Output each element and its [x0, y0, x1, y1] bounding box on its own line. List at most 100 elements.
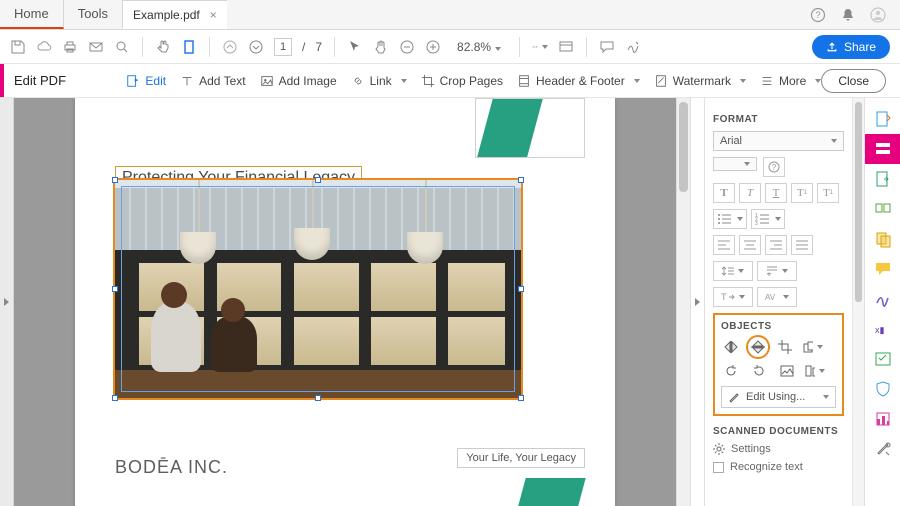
- flip-horizontal-icon[interactable]: [746, 335, 770, 359]
- rail-organize-icon[interactable]: [865, 194, 900, 224]
- rail-more-tools-icon[interactable]: [865, 434, 900, 464]
- align-justify-button[interactable]: [791, 235, 813, 255]
- save-icon[interactable]: [10, 39, 26, 55]
- page-total: 7: [315, 40, 322, 54]
- company-name[interactable]: BODĒA INC.: [115, 457, 228, 478]
- touch-icon[interactable]: [155, 39, 171, 55]
- canvas-scrollbar[interactable]: [676, 98, 690, 506]
- rail-prepare-form-icon[interactable]: [865, 344, 900, 374]
- rail-combine-icon[interactable]: [865, 224, 900, 254]
- chevron-right-icon: [695, 298, 700, 306]
- fit-width-icon[interactable]: [532, 39, 548, 55]
- search-icon[interactable]: [114, 39, 130, 55]
- edit-tool[interactable]: Edit: [126, 74, 166, 88]
- right-panel-toggle[interactable]: [690, 98, 704, 506]
- zoom-in-icon[interactable]: [425, 39, 441, 55]
- arrange-icon[interactable]: [803, 338, 823, 356]
- chevron-right-icon: [4, 298, 9, 306]
- read-mode-icon[interactable]: [558, 39, 574, 55]
- italic-button[interactable]: T: [739, 183, 761, 203]
- superscript-button[interactable]: T1: [791, 183, 813, 203]
- main-toolbar: 1 / 7 82.8% Share: [0, 30, 900, 64]
- sign-icon[interactable]: [625, 39, 641, 55]
- settings-row[interactable]: Settings: [713, 443, 844, 455]
- rail-redact-icon[interactable]: x▮: [865, 314, 900, 344]
- print-icon[interactable]: [62, 39, 78, 55]
- bullet-list-button[interactable]: [713, 209, 747, 229]
- watermark-tool[interactable]: Watermark: [654, 74, 746, 88]
- panel-scrollbar[interactable]: [852, 98, 864, 506]
- share-button[interactable]: Share: [812, 35, 890, 59]
- char-spacing-dropdown[interactable]: AV: [757, 287, 797, 307]
- number-list-button[interactable]: 123: [751, 209, 785, 229]
- zoom-dropdown[interactable]: 82.8%: [451, 38, 507, 56]
- rail-comment-icon[interactable]: [865, 254, 900, 284]
- header-footer-tool[interactable]: Header & Footer: [517, 74, 640, 88]
- pdf-page: Protecting Your Financial Legacy: [75, 98, 615, 506]
- rotate-ccw-icon[interactable]: [721, 362, 741, 380]
- cloud-icon[interactable]: [36, 39, 52, 55]
- svg-text:AV: AV: [765, 293, 776, 302]
- workspace: Protecting Your Financial Legacy: [0, 98, 900, 506]
- rail-protect-icon[interactable]: [865, 374, 900, 404]
- svg-text:?: ?: [815, 10, 820, 20]
- bold-button[interactable]: T: [713, 183, 735, 203]
- align-center-button[interactable]: [739, 235, 761, 255]
- close-button[interactable]: Close: [821, 69, 886, 93]
- decorative-shape-top: [475, 98, 585, 158]
- page-current-input[interactable]: 1: [274, 38, 292, 56]
- selection-icon[interactable]: [347, 39, 363, 55]
- line-spacing-dropdown[interactable]: [713, 261, 753, 281]
- tab-document[interactable]: Example.pdf ×: [123, 0, 227, 29]
- document-canvas[interactable]: Protecting Your Financial Legacy: [14, 98, 676, 506]
- tab-home[interactable]: Home: [0, 0, 64, 29]
- comment-icon[interactable]: [599, 39, 615, 55]
- page-display-icon[interactable]: [181, 39, 197, 55]
- rail-edit-pdf-icon[interactable]: [865, 134, 900, 164]
- page-tagline[interactable]: Your Life, Your Legacy: [457, 448, 585, 468]
- help-icon[interactable]: ?: [810, 7, 826, 23]
- rail-optimize-icon[interactable]: [865, 404, 900, 434]
- zoom-out-icon[interactable]: [399, 39, 415, 55]
- align-right-button[interactable]: [765, 235, 787, 255]
- svg-text:?: ?: [772, 163, 777, 172]
- hand-icon[interactable]: [373, 39, 389, 55]
- more-tool[interactable]: More: [760, 74, 821, 88]
- page-down-icon[interactable]: [248, 39, 264, 55]
- add-text-tool[interactable]: Add Text: [180, 74, 245, 88]
- add-image-tool[interactable]: Add Image: [260, 74, 337, 88]
- bell-icon[interactable]: [840, 7, 856, 23]
- font-dropdown[interactable]: Arial: [713, 131, 844, 151]
- align-left-button[interactable]: [713, 235, 735, 255]
- svg-text:T: T: [721, 292, 727, 302]
- left-panel-toggle[interactable]: [0, 98, 14, 506]
- crop-object-icon[interactable]: [775, 338, 795, 356]
- edit-using-dropdown[interactable]: Edit Using...: [721, 386, 836, 408]
- color-picker[interactable]: ?: [763, 157, 785, 177]
- link-tool[interactable]: Link: [351, 74, 407, 88]
- rotate-cw-icon[interactable]: [749, 362, 769, 380]
- decorative-shape-bottom: [504, 478, 585, 506]
- rail-fill-sign-icon[interactable]: [865, 284, 900, 314]
- profile-icon[interactable]: [870, 7, 886, 23]
- crop-pages-tool[interactable]: Crop Pages: [421, 74, 503, 88]
- replace-image-icon[interactable]: [777, 362, 797, 380]
- font-size-dropdown[interactable]: [713, 157, 757, 171]
- horizontal-scale-dropdown[interactable]: T: [713, 287, 753, 307]
- page-sep: /: [302, 40, 305, 54]
- align-objects-icon[interactable]: [805, 362, 825, 380]
- objects-section: OBJECTS Edit Using...: [713, 313, 844, 416]
- mail-icon[interactable]: [88, 39, 104, 55]
- rail-create-pdf-icon[interactable]: [865, 104, 900, 134]
- tab-tools[interactable]: Tools: [64, 0, 123, 29]
- selected-image[interactable]: [113, 178, 523, 400]
- page-up-icon[interactable]: [222, 39, 238, 55]
- recognize-text-checkbox[interactable]: Recognize text: [713, 461, 844, 473]
- edit-pdf-toolbar: Edit PDF Edit Add Text Add Image Link Cr…: [0, 64, 900, 98]
- underline-button[interactable]: T: [765, 183, 787, 203]
- close-tab-icon[interactable]: ×: [210, 8, 217, 22]
- subscript-button[interactable]: T1: [817, 183, 839, 203]
- rail-export-pdf-icon[interactable]: [865, 164, 900, 194]
- flip-vertical-icon[interactable]: [721, 338, 741, 356]
- paragraph-spacing-dropdown[interactable]: [757, 261, 797, 281]
